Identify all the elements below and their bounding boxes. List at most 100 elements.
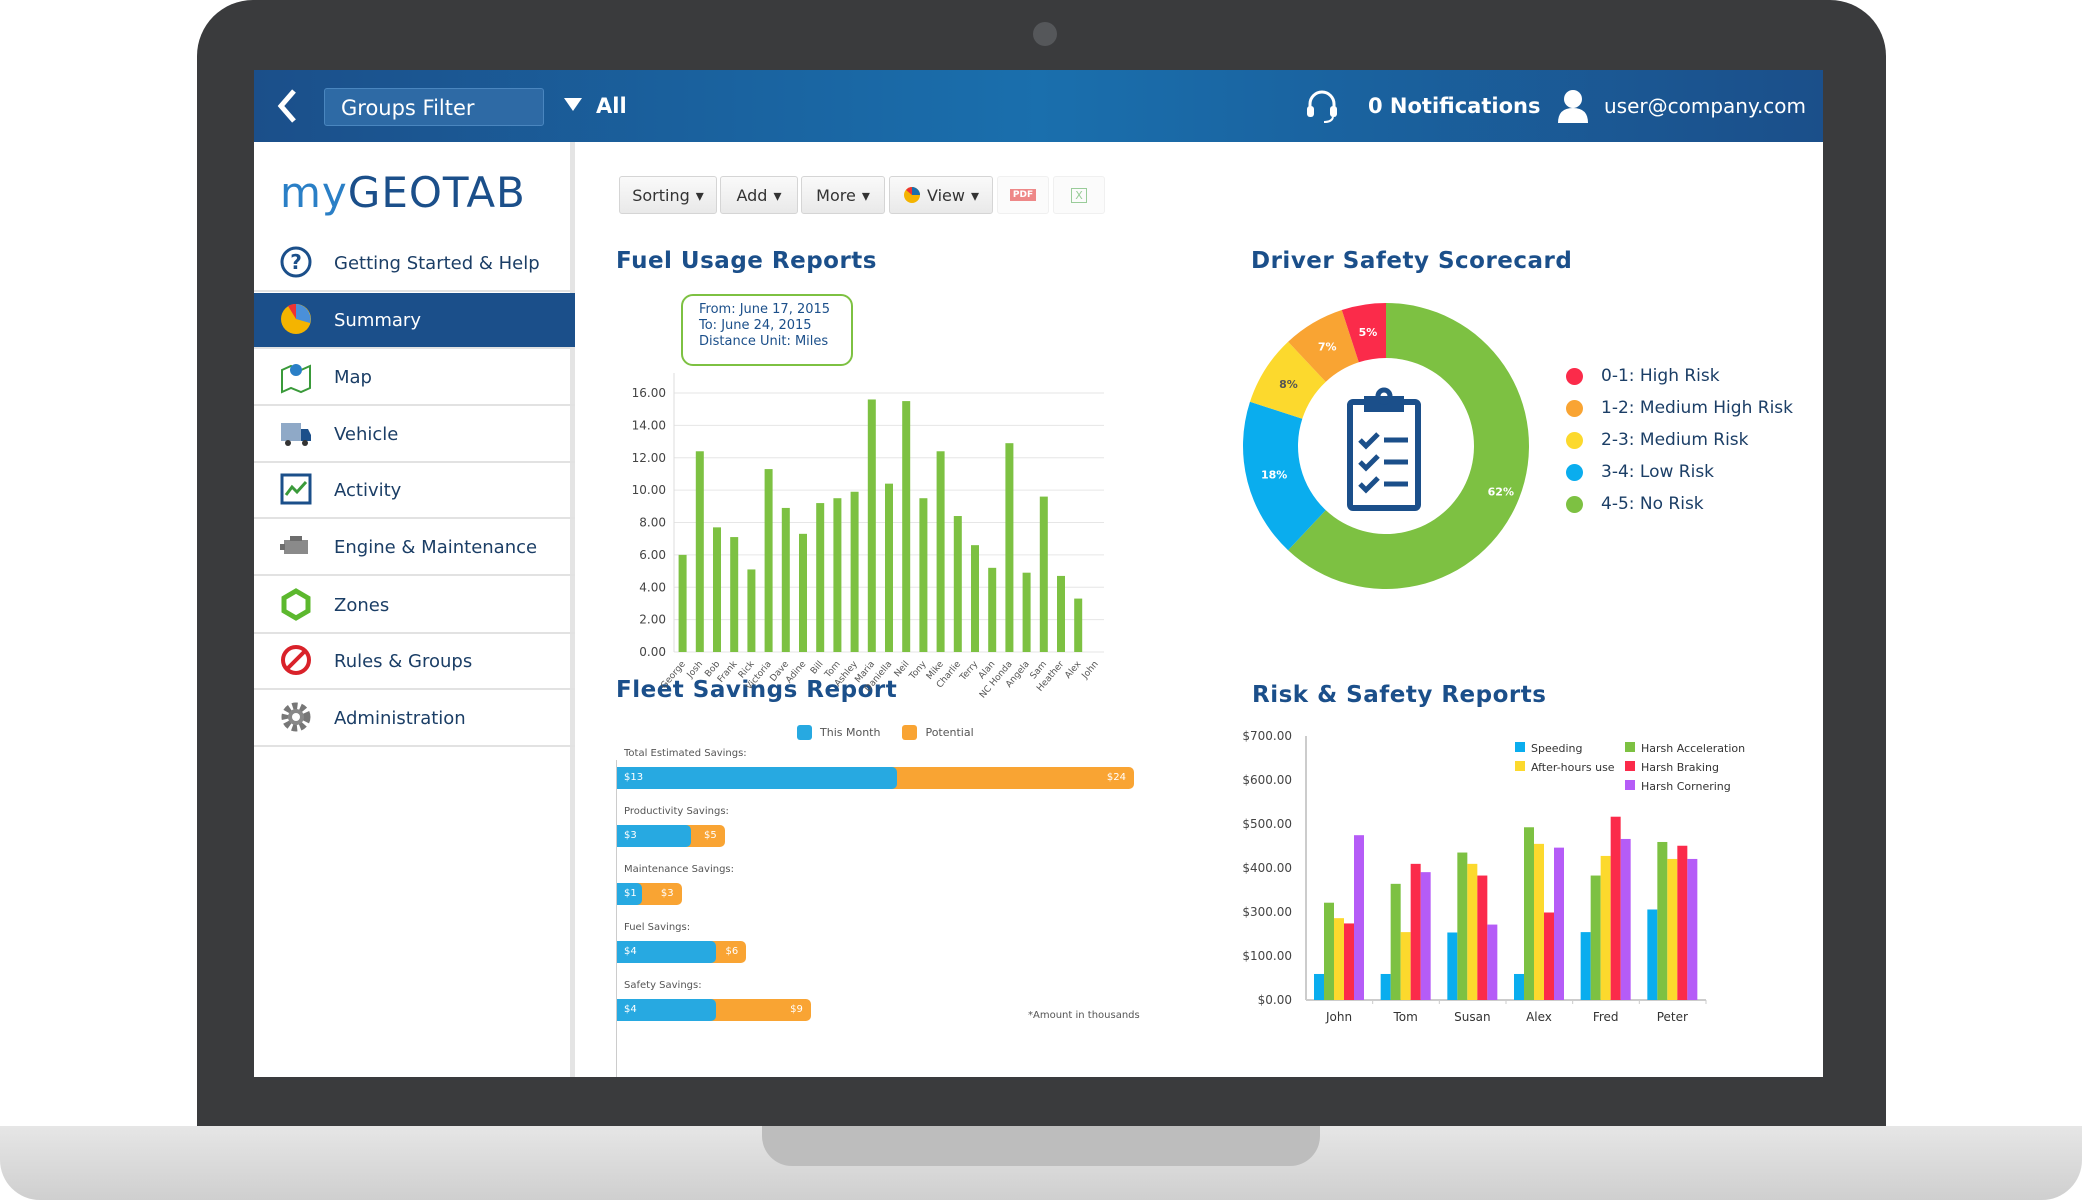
x-tick-label: Frank bbox=[716, 659, 740, 685]
legend-label: 2-3: Medium Risk bbox=[1601, 430, 1749, 450]
sorting-button[interactable]: Sorting ▾ bbox=[619, 176, 717, 214]
fuel-bar bbox=[781, 507, 790, 652]
sidebar-item-vehicle[interactable]: Vehicle bbox=[254, 407, 575, 463]
slice-label: 7% bbox=[1318, 341, 1337, 354]
gear-icon bbox=[281, 702, 311, 732]
app-screen: Groups Filter All 0 Notifications user@c… bbox=[254, 70, 1823, 1077]
back-icon[interactable] bbox=[276, 88, 298, 124]
risk-bar bbox=[1344, 923, 1354, 1000]
fuel-bar bbox=[1074, 598, 1083, 652]
slice-label: 62% bbox=[1488, 485, 1514, 498]
legend-swatch bbox=[797, 725, 812, 740]
x-tick-label: Terry bbox=[958, 659, 981, 684]
slice-label: 8% bbox=[1279, 378, 1298, 391]
this-month-bar: $3 bbox=[617, 825, 692, 847]
risk-bar bbox=[1314, 973, 1324, 1000]
risk-bar bbox=[1447, 932, 1458, 1000]
excel-export-button[interactable]: X bbox=[1053, 176, 1105, 214]
legend-item: Potential bbox=[902, 725, 974, 740]
fuel-bar bbox=[919, 498, 928, 652]
sidebar-item-administration[interactable]: Administration bbox=[254, 691, 575, 747]
risk-bar bbox=[1324, 902, 1334, 1000]
x-tick-label: Peter bbox=[1657, 1010, 1688, 1024]
sidebar-item-summary[interactable]: Summary bbox=[254, 293, 575, 349]
x-tick-label: Tony bbox=[907, 659, 929, 682]
fuel-bar bbox=[936, 451, 945, 652]
driver-safety-title: Driver Safety Scorecard bbox=[1251, 248, 1573, 274]
fuel-bar bbox=[695, 451, 704, 652]
headset-icon[interactable] bbox=[1304, 88, 1340, 124]
y-tick-label: $400.00 bbox=[1242, 861, 1292, 875]
x-tick-label: Tom bbox=[1393, 1010, 1418, 1024]
fuel-usage-title: Fuel Usage Reports bbox=[616, 248, 877, 274]
tooltip-from: From: June 17, 2015 bbox=[699, 302, 831, 317]
sidebar-item-zones[interactable]: Zones bbox=[254, 578, 575, 634]
fuel-bar bbox=[902, 401, 911, 652]
dropdown-icon[interactable] bbox=[564, 98, 582, 112]
x-tick-label: Alex bbox=[1526, 1010, 1552, 1024]
add-button[interactable]: Add ▾ bbox=[720, 176, 798, 214]
risk-bar bbox=[1390, 883, 1401, 1000]
sidebar-item-getting-started-help[interactable]: ? Getting Started & Help bbox=[254, 236, 575, 292]
risk-bar bbox=[1477, 875, 1488, 1000]
y-tick-label: $100.00 bbox=[1242, 949, 1292, 963]
laptop-notch bbox=[762, 1126, 1320, 1166]
groups-filter-input[interactable]: Groups Filter bbox=[324, 88, 544, 126]
risk-bar bbox=[1354, 835, 1364, 1000]
legend-swatch bbox=[1625, 761, 1635, 771]
sidebar-item-engine-maintenance[interactable]: Engine & Maintenance bbox=[254, 520, 575, 576]
legend-label: After-hours use bbox=[1531, 761, 1615, 774]
sidebar-item-map[interactable]: Map bbox=[254, 350, 575, 406]
legend-swatch bbox=[902, 725, 918, 740]
x-tick-label: George bbox=[659, 659, 688, 691]
help-icon: ? bbox=[280, 246, 312, 278]
legend-swatch bbox=[1566, 463, 1583, 481]
risk-bar bbox=[1667, 858, 1678, 1000]
view-button[interactable]: View ▾ bbox=[889, 176, 993, 214]
fuel-bar bbox=[764, 469, 773, 652]
date-range-tooltip: From: June 17, 2015 To: June 24, 2015 Di… bbox=[681, 294, 853, 366]
caret-icon: ▾ bbox=[695, 185, 704, 205]
legend-swatch bbox=[1515, 761, 1525, 771]
legend-item: 1-2: Medium High Risk bbox=[1566, 398, 1793, 418]
savings-category: Total Estimated Savings: bbox=[624, 748, 747, 759]
prohibited-icon bbox=[281, 645, 311, 675]
risk-bar bbox=[1610, 816, 1621, 1000]
fuel-bar bbox=[867, 399, 876, 652]
risk-bar bbox=[1467, 863, 1478, 1000]
y-tick-label: 0.00 bbox=[639, 645, 666, 659]
sidebar-item-activity[interactable]: Activity bbox=[254, 463, 575, 519]
risk-bar bbox=[1600, 855, 1611, 1000]
legend-label: Harsh Acceleration bbox=[1641, 742, 1745, 755]
risk-bar bbox=[1400, 932, 1411, 1000]
geotab-logo: myGEOTAB bbox=[280, 168, 526, 217]
risk-bar bbox=[1410, 863, 1421, 1000]
amount-note: *Amount in thousands bbox=[1028, 1010, 1140, 1021]
fuel-bar bbox=[747, 569, 756, 652]
legend-swatch bbox=[1566, 495, 1583, 513]
sidebar-item-rules-groups[interactable]: Rules & Groups bbox=[254, 634, 575, 690]
y-tick-label: 12.00 bbox=[632, 451, 666, 465]
pdf-export-button[interactable]: PDF bbox=[997, 176, 1049, 214]
legend-swatch bbox=[1566, 431, 1583, 449]
fuel-bar bbox=[971, 545, 979, 652]
y-tick-label: 4.00 bbox=[639, 580, 666, 594]
fuel-bar bbox=[988, 567, 997, 652]
savings-category: Maintenance Savings: bbox=[624, 864, 735, 875]
fuel-bar bbox=[678, 554, 687, 652]
y-tick-label: 16.00 bbox=[632, 386, 666, 400]
risk-bar bbox=[1380, 973, 1391, 1000]
notifications-button[interactable]: 0 Notifications bbox=[1368, 94, 1540, 118]
risk-bar bbox=[1524, 827, 1534, 1000]
user-menu[interactable]: user@company.com bbox=[1604, 94, 1806, 118]
sidebar-item-label: Administration bbox=[334, 707, 466, 729]
risk-bar bbox=[1554, 847, 1564, 1000]
pie-chart-icon bbox=[904, 187, 920, 203]
legend-item: 2-3: Medium Risk bbox=[1566, 430, 1749, 450]
legend-label: Harsh Cornering bbox=[1641, 780, 1731, 793]
camera bbox=[1033, 22, 1057, 46]
driver-safety-donut: 62% 18% 8% 7% 5% bbox=[1243, 303, 1529, 589]
filter-value[interactable]: All bbox=[596, 94, 627, 118]
fuel-bar bbox=[1057, 575, 1065, 652]
more-button[interactable]: More ▾ bbox=[801, 176, 885, 214]
